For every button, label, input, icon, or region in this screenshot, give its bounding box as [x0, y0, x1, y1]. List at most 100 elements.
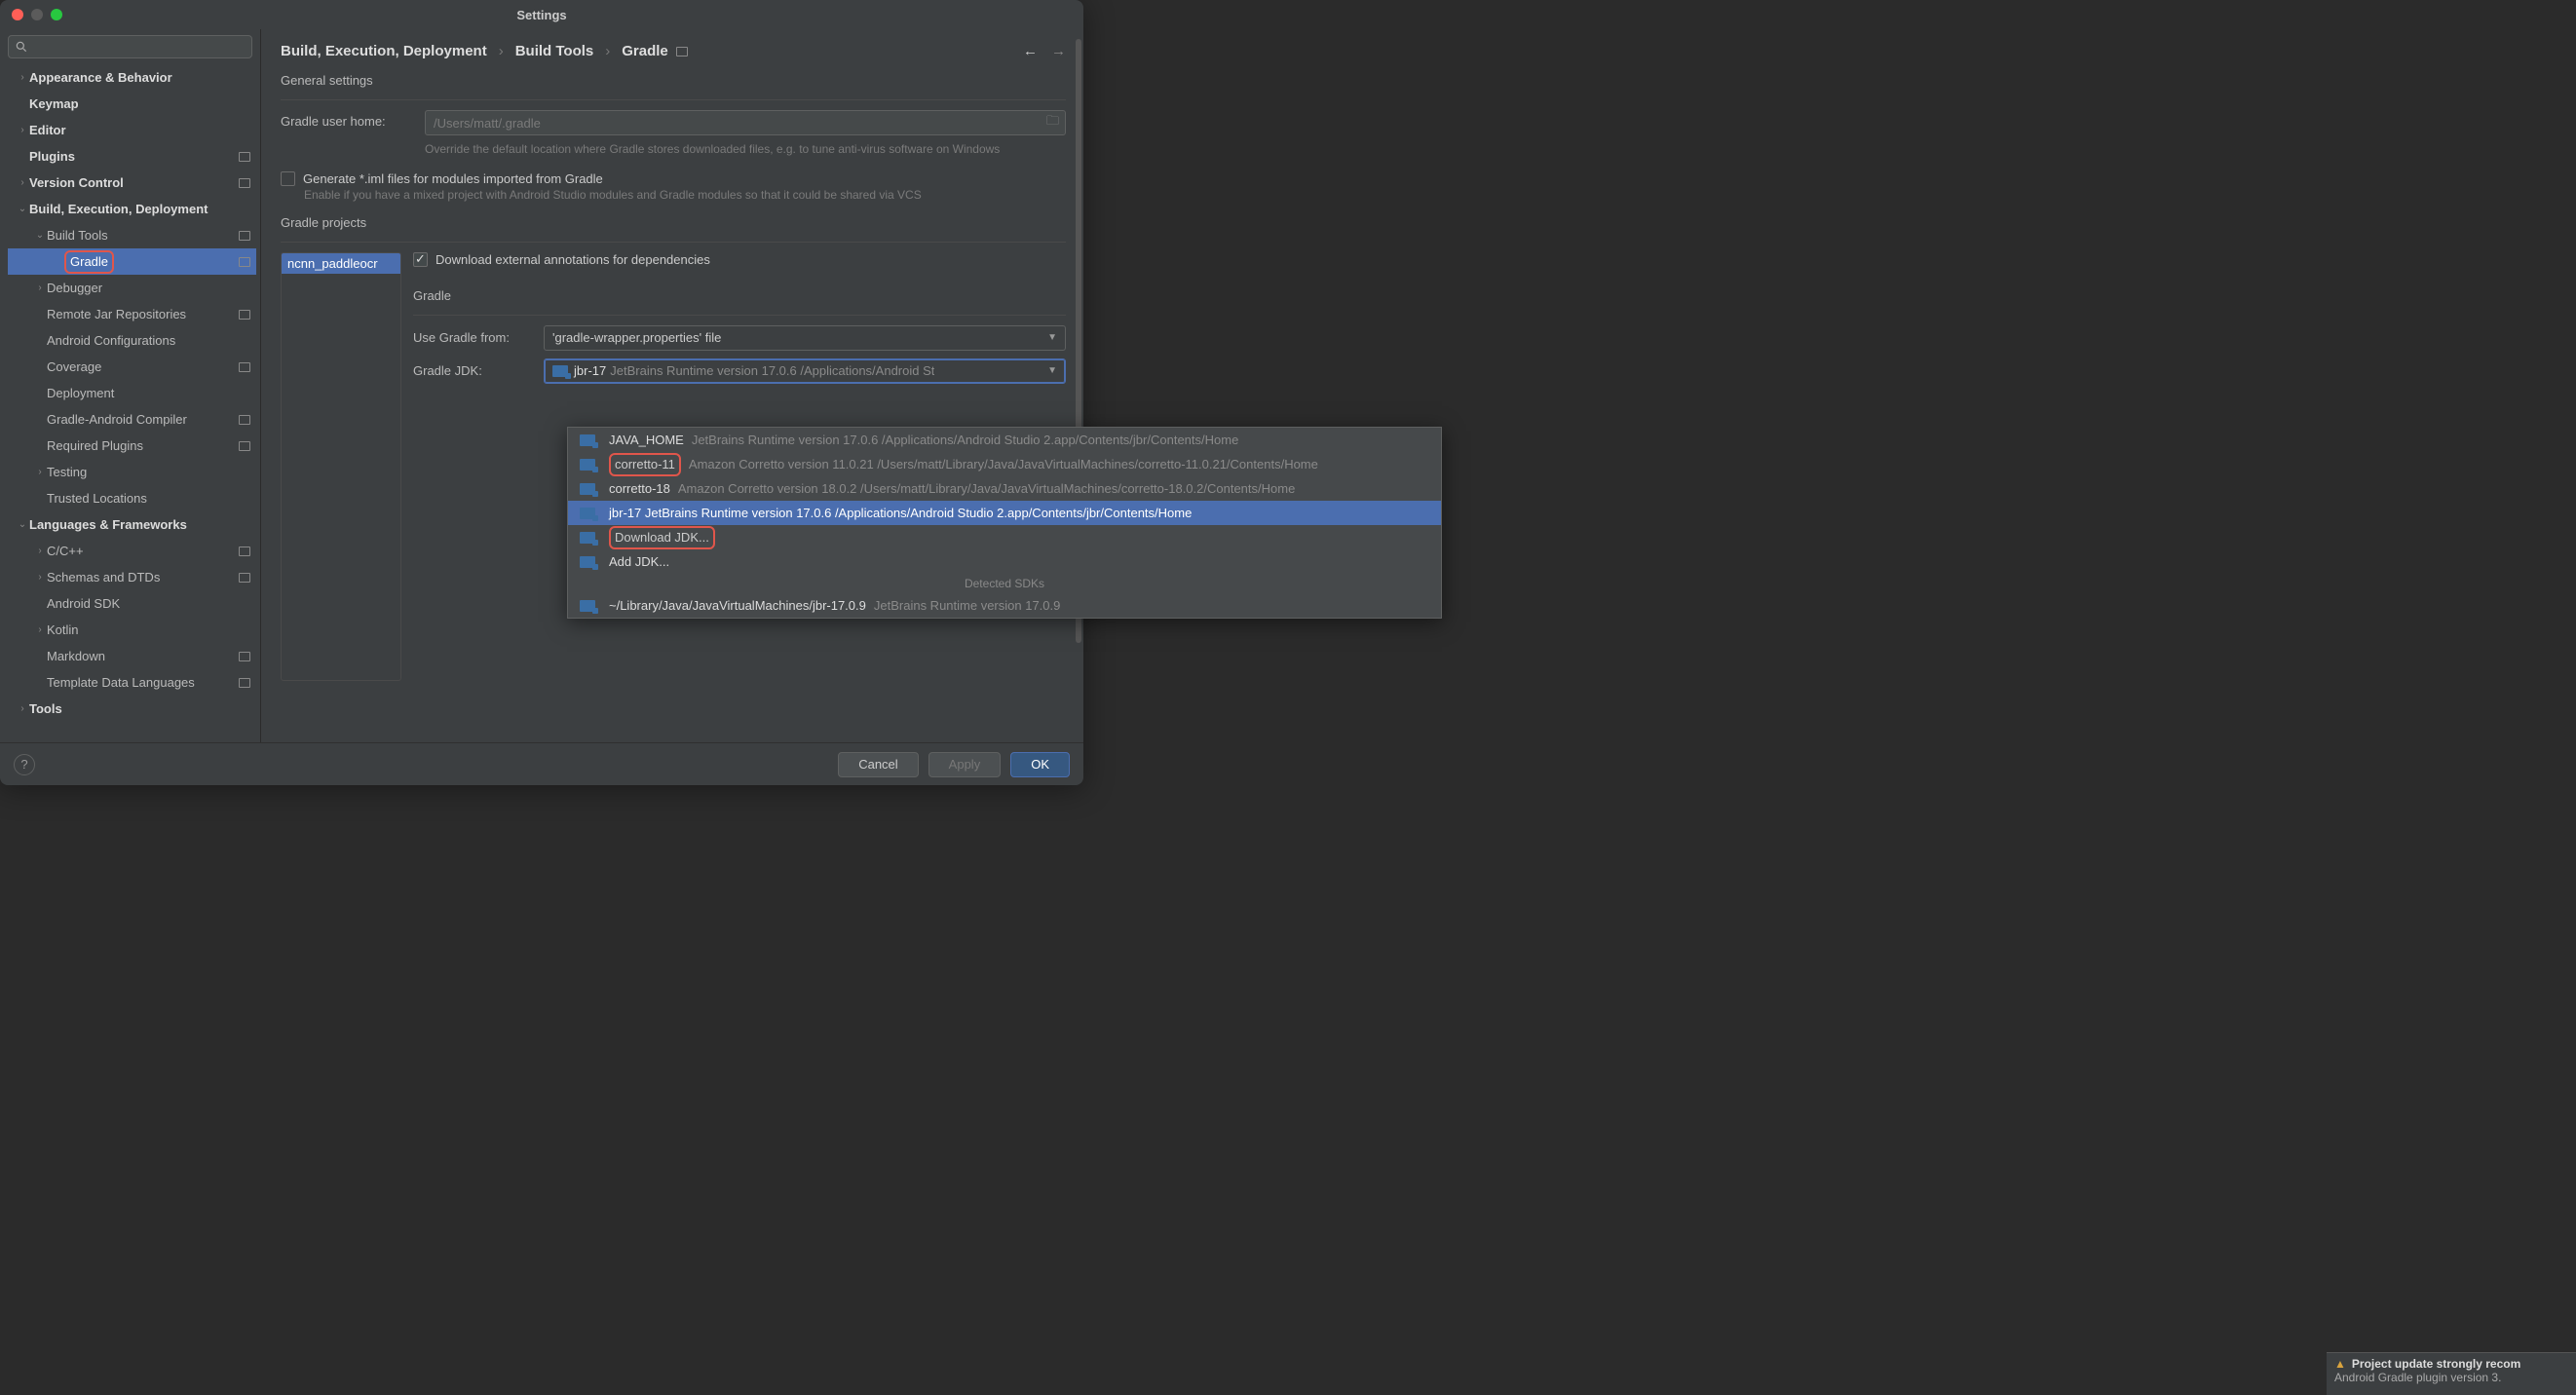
gradle-jdk-select[interactable]: jbr-17 JetBrains Runtime version 17.0.6 …: [544, 358, 1066, 384]
chevron-down-icon: ▼: [1047, 332, 1057, 343]
sidebar-item-deployment[interactable]: Deployment: [8, 380, 256, 406]
sidebar-item-label: Trusted Locations: [47, 491, 250, 506]
sidebar-item-remote-jar-repositories[interactable]: Remote Jar Repositories: [8, 301, 256, 327]
jdk-option-detail: JetBrains Runtime version 17.0.9: [874, 598, 1060, 613]
general-settings-title: General settings: [281, 73, 1066, 88]
chevron-right-icon: ›: [605, 43, 610, 59]
use-gradle-from-label: Use Gradle from:: [413, 330, 530, 345]
jdk-option[interactable]: corretto-11 Amazon Corretto version 11.0…: [568, 452, 1441, 476]
sidebar-item-editor[interactable]: ›Editor: [8, 117, 256, 143]
sidebar-item-trusted-locations[interactable]: Trusted Locations: [8, 485, 256, 511]
sidebar-item-label: Tools: [29, 701, 250, 716]
jdk-option[interactable]: JAVA_HOME JetBrains Runtime version 17.0…: [568, 428, 1441, 452]
sidebar-item-coverage[interactable]: Coverage: [8, 354, 256, 380]
sidebar-item-build-tools[interactable]: ⌄Build Tools: [8, 222, 256, 248]
use-gradle-from-select[interactable]: 'gradle-wrapper.properties' file ▼: [544, 325, 1066, 351]
sidebar-item-android-sdk[interactable]: Android SDK: [8, 590, 256, 617]
chevron-icon: ⌄: [16, 519, 29, 530]
sidebar-item-debugger[interactable]: ›Debugger: [8, 275, 256, 301]
breadcrumb-b[interactable]: Build Tools: [515, 43, 594, 59]
breadcrumb: Build, Execution, Deployment › Build Too…: [281, 39, 1066, 73]
ok-button[interactable]: OK: [1010, 752, 1070, 777]
sidebar-item-label: Languages & Frameworks: [29, 517, 250, 532]
jdk-option[interactable]: jbr-17 JetBrains Runtime version 17.0.6 …: [568, 501, 1441, 525]
gradle-project-item[interactable]: ncnn_paddleocr: [282, 253, 400, 274]
download-annotations-checkbox[interactable]: ✓: [413, 252, 428, 267]
folder-icon[interactable]: 🗀: [1046, 112, 1059, 133]
chevron-icon: ›: [33, 546, 47, 556]
download-annotations-label: Download external annotations for depend…: [436, 252, 710, 267]
search-icon: [15, 40, 28, 54]
jdk-option-name: Add JDK...: [609, 554, 669, 569]
sidebar-item-label: Keymap: [29, 96, 250, 111]
jdk-icon: [580, 508, 595, 519]
gradle-jdk-dropdown[interactable]: JAVA_HOME JetBrains Runtime version 17.0…: [567, 427, 1442, 619]
sidebar-item-required-plugins[interactable]: Required Plugins: [8, 433, 256, 459]
gradle-jdk-value-name: jbr-17: [574, 363, 606, 378]
gradle-user-home-input[interactable]: /Users/matt/.gradle 🗀: [425, 110, 1066, 135]
notification-panel[interactable]: ▲Project update strongly recom Android G…: [2327, 1352, 2576, 1395]
generate-iml-checkbox[interactable]: [281, 171, 295, 186]
settings-search-input[interactable]: [8, 35, 252, 58]
sidebar-item-template-data-languages[interactable]: Template Data Languages: [8, 669, 256, 696]
sidebar-item-keymap[interactable]: Keymap: [8, 91, 256, 117]
sidebar-item-label: Gradle: [64, 250, 235, 274]
breadcrumb-c: Gradle: [622, 43, 668, 59]
chevron-icon: ›: [16, 703, 29, 714]
sidebar-item-label: Appearance & Behavior: [29, 70, 250, 85]
sidebar-item-gradle-android-compiler[interactable]: Gradle-Android Compiler: [8, 406, 256, 433]
sidebar-item-label: Schemas and DTDs: [47, 570, 235, 584]
nav-back-button[interactable]: ←: [1023, 43, 1038, 59]
cancel-button[interactable]: Cancel: [838, 752, 918, 777]
sidebar-item-gradle[interactable]: Gradle: [8, 248, 256, 275]
gradle-group-title: Gradle: [413, 288, 1066, 303]
sidebar-item-c-c-[interactable]: ›C/C++: [8, 538, 256, 564]
generate-iml-hint: Enable if you have a mixed project with …: [304, 188, 1066, 202]
sidebar-item-version-control[interactable]: ›Version Control: [8, 170, 256, 196]
scope-badge-icon: [239, 310, 250, 320]
sidebar-item-tools[interactable]: ›Tools: [8, 696, 256, 722]
gradle-projects-list[interactable]: ncnn_paddleocr: [281, 252, 401, 681]
jdk-option[interactable]: Add JDK...: [568, 549, 1441, 574]
sidebar-item-plugins[interactable]: Plugins: [8, 143, 256, 170]
chevron-icon: ›: [16, 177, 29, 188]
gradle-jdk-value-detail: JetBrains Runtime version 17.0.6 /Applic…: [610, 363, 934, 378]
sidebar-item-label: Debugger: [47, 281, 250, 295]
sidebar-item-testing[interactable]: ›Testing: [8, 459, 256, 485]
chevron-icon: ›: [33, 283, 47, 293]
chevron-icon: ›: [33, 572, 47, 583]
jdk-icon: [580, 459, 595, 471]
jdk-option-detail: Amazon Corretto version 18.0.2 /Users/ma…: [678, 481, 1295, 496]
jdk-option-detail: JetBrains Runtime version 17.0.6 /Applic…: [692, 433, 1238, 447]
sidebar-item-kotlin[interactable]: ›Kotlin: [8, 617, 256, 643]
sidebar-item-label: Android SDK: [47, 596, 250, 611]
jdk-option[interactable]: ~/Library/Java/JavaVirtualMachines/jbr-1…: [568, 593, 1441, 618]
scope-badge-icon: [239, 362, 250, 372]
help-button[interactable]: ?: [14, 754, 35, 775]
sidebar-item-label: C/C++: [47, 544, 235, 558]
jdk-option[interactable]: corretto-18 Amazon Corretto version 18.0…: [568, 476, 1441, 501]
sidebar-item-label: Kotlin: [47, 622, 250, 637]
sidebar-item-appearance-behavior[interactable]: ›Appearance & Behavior: [8, 64, 256, 91]
jdk-option-name: Download JDK...: [609, 526, 715, 549]
sidebar-item-label: Coverage: [47, 359, 235, 374]
jdk-option-name: corretto-11: [609, 453, 681, 476]
jdk-option-detail: Amazon Corretto version 11.0.21 /Users/m…: [689, 457, 1318, 471]
breadcrumb-a[interactable]: Build, Execution, Deployment: [281, 43, 487, 59]
sidebar-item-markdown[interactable]: Markdown: [8, 643, 256, 669]
chevron-icon: ›: [33, 624, 47, 635]
settings-window: Settings ›Appearance & BehaviorKeymap›Ed…: [0, 0, 1083, 785]
sidebar-item-android-configurations[interactable]: Android Configurations: [8, 327, 256, 354]
jdk-icon: [580, 434, 595, 446]
sidebar-item-label: Testing: [47, 465, 250, 479]
jdk-icon: [580, 483, 595, 495]
sidebar-item-schemas-and-dtds[interactable]: ›Schemas and DTDs: [8, 564, 256, 590]
scope-badge-icon: [239, 441, 250, 451]
jdk-option[interactable]: Download JDK...: [568, 525, 1441, 549]
sidebar-item-label: Template Data Languages: [47, 675, 235, 690]
jdk-icon: [552, 365, 568, 377]
sidebar-item-languages-frameworks[interactable]: ⌄Languages & Frameworks: [8, 511, 256, 538]
sidebar-item-build-execution-deployment[interactable]: ⌄Build, Execution, Deployment: [8, 196, 256, 222]
chevron-icon: ›: [33, 467, 47, 477]
sidebar-item-label: Version Control: [29, 175, 235, 190]
